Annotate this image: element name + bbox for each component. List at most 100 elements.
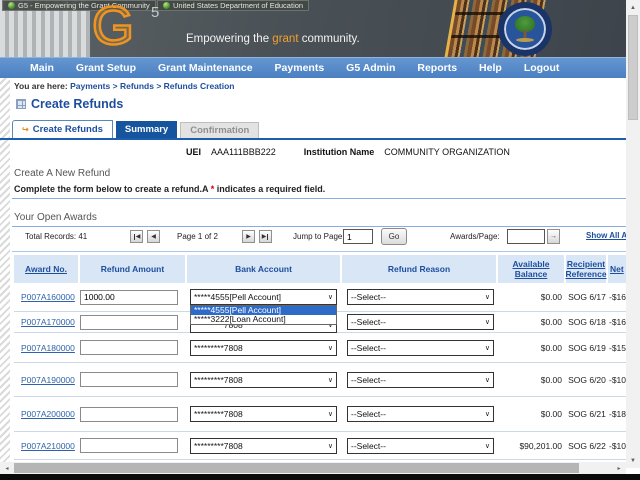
refund-amount-input[interactable] (80, 315, 178, 330)
chevron-down-icon: ∨ (328, 293, 333, 301)
app-icon (8, 2, 15, 9)
available-balance-cell: $0.00 (498, 397, 566, 431)
refund-amount-input[interactable] (80, 438, 178, 453)
chevron-down-icon: ∨ (485, 410, 490, 418)
page-indicator: Page 1 of 2 (177, 232, 218, 241)
window-bottom-edge (0, 474, 640, 480)
go-button[interactable]: Go (381, 228, 407, 245)
award-link[interactable]: P007A210000 (21, 441, 75, 451)
award-link[interactable]: P007A170000 (21, 317, 75, 327)
awards-per-page-go-button[interactable]: → (547, 229, 560, 244)
refund-reason-select[interactable]: --Select-- ∨ (347, 340, 494, 356)
bank-account-select[interactable]: *********7808 ∨ (190, 340, 337, 356)
bank-account-option[interactable]: *****3222[Loan Account] (191, 315, 336, 324)
nav-item-grant-setup[interactable]: Grant Setup (76, 62, 136, 74)
tab-create-refunds-label: Create Refunds (33, 124, 103, 135)
nav-item-help[interactable]: Help (479, 62, 502, 74)
scroll-left-icon[interactable]: ◂ (1, 462, 13, 474)
horizontal-scrollbar[interactable]: ◂ ▸ (0, 462, 626, 474)
g5-logo: G (92, 0, 132, 54)
first-page-button[interactable]: ◀ (130, 230, 143, 243)
chevron-down-icon: ∨ (485, 318, 490, 326)
jump-to-page-input[interactable] (343, 229, 373, 244)
table-row: P007A190000 *********7808 ∨ --Select-- ∨… (14, 363, 626, 397)
breadcrumb-link-refunds-creation[interactable]: Refunds Creation (164, 81, 235, 91)
refund-reason-select[interactable]: --Select-- ∨ (347, 289, 494, 305)
browser-tab-g5[interactable]: G5 - Empowering the Grant Community (2, 0, 156, 11)
award-link[interactable]: P007A160000 (21, 292, 75, 302)
total-records-label: Total Records: 41 (25, 232, 87, 241)
column-header-refund-reason: Refund Reason (342, 255, 498, 283)
refund-reason-select[interactable]: --Select-- ∨ (347, 438, 494, 454)
tab-summary[interactable]: Summary (116, 121, 177, 138)
refund-amount-input[interactable] (80, 372, 178, 387)
column-header-available-balance[interactable]: Available Balance (498, 255, 566, 283)
bank-account-select[interactable]: *********7808 ∨ (190, 438, 337, 454)
main-nav: Main Grant Setup Grant Maintenance Payments… (0, 57, 626, 78)
recipient-reference-cell: SOG 6/21 (566, 397, 608, 431)
nav-item-payments[interactable]: Payments (275, 62, 325, 74)
scroll-up-icon[interactable]: ▲ (626, 1, 640, 14)
previous-page-button[interactable]: ◀ (147, 230, 160, 243)
tab-confirmation[interactable]: Confirmation (180, 122, 259, 138)
column-header-net[interactable]: Net (608, 255, 626, 283)
awards-table-header: Award No.Refund AmountBank AccountRefund… (14, 255, 626, 283)
last-page-button[interactable]: ▶ (259, 230, 272, 243)
nav-item-main[interactable]: Main (30, 62, 54, 74)
refund-reason-select[interactable]: --Select-- ∨ (347, 406, 494, 422)
page-title: Create Refunds (16, 97, 123, 111)
column-header-award-no-[interactable]: Award No. (14, 255, 80, 283)
section-title-new-refund: Create A New Refund (14, 168, 110, 179)
table-row: P007A210000 *********7808 ∨ --Select-- ∨… (14, 432, 626, 460)
bank-account-option[interactable]: *****4555[Pell Account] (191, 306, 336, 315)
scroll-down-icon[interactable]: ▼ (626, 454, 640, 467)
awards-per-page-label: Awards/Page: (450, 232, 500, 241)
bank-account-select[interactable]: *********7808 ∨ (190, 406, 337, 422)
browser-tab-doe-label: United States Department of Education (173, 1, 303, 10)
go-arrow-icon: → (550, 233, 557, 240)
refund-reason-select[interactable]: --Select-- ∨ (347, 372, 494, 388)
column-header-bank-account: Bank Account (187, 255, 342, 283)
net-cell: -$18 (608, 397, 626, 431)
tab-create-refunds[interactable]: ↪ Create Refunds (12, 120, 113, 138)
nav-item-logout[interactable]: Logout (524, 62, 560, 74)
breadcrumb-separator: > (110, 81, 117, 91)
next-page-button[interactable]: ▶ (242, 230, 255, 243)
award-link[interactable]: P007A180000 (21, 343, 75, 353)
browser-tab-doe[interactable]: United States Department of Education (157, 0, 309, 11)
seal-mound (516, 38, 534, 42)
uei-label: UEI (186, 147, 201, 157)
nav-item-grant-maintenance[interactable]: Grant Maintenance (158, 62, 253, 74)
column-header-recipient-reference[interactable]: Recipient Reference (566, 255, 608, 283)
bank-account-select[interactable]: *********7808 ∨ (190, 372, 337, 388)
net-cell: -$16 (608, 283, 626, 311)
bank-account-select[interactable]: *****4555[Pell Account] ∨ (190, 289, 337, 305)
bank-account-dropdown-list: *****4555[Pell Account]*****3222[Loan Ac… (190, 305, 337, 325)
breadcrumb-link-payments[interactable]: Payments (70, 81, 110, 91)
refund-reason-select[interactable]: --Select-- ∨ (347, 314, 494, 330)
table-row: P007A180000 *********7808 ∨ --Select-- ∨… (14, 333, 626, 363)
breadcrumb-prefix: You are here: (14, 81, 68, 91)
breadcrumb-separator: > (154, 81, 161, 91)
pagination-bar: Total Records: 41 ◀ ◀ Page 1 of 2 ▶ ▶ Ju… (0, 228, 626, 250)
section-title-open-awards: Your Open Awards (14, 212, 97, 223)
awards-per-page-input[interactable] (507, 229, 545, 244)
nav-item-reports[interactable]: Reports (417, 62, 457, 74)
refund-amount-input[interactable] (80, 290, 178, 305)
grid-icon (16, 99, 26, 109)
vertical-scrollbar[interactable]: ▲ ▼ (626, 0, 640, 468)
refund-amount-input[interactable] (80, 340, 178, 355)
scroll-right-icon[interactable]: ▸ (613, 462, 625, 474)
nav-item-g5-admin[interactable]: G5 Admin (346, 62, 395, 74)
refund-amount-input[interactable] (80, 407, 178, 422)
award-link[interactable]: P007A190000 (21, 375, 75, 385)
chevron-down-icon: ∨ (485, 293, 490, 301)
horizontal-scrollbar-thumb[interactable] (14, 463, 579, 473)
breadcrumb-link-refunds[interactable]: Refunds (120, 81, 154, 91)
net-cell: -$16 (608, 312, 626, 332)
vertical-scrollbar-thumb[interactable] (628, 15, 638, 120)
award-link[interactable]: P007A200000 (21, 409, 75, 419)
divider (12, 226, 626, 227)
show-all-awards-link[interactable]: Show All Aw (586, 231, 626, 240)
chevron-down-icon: ∨ (485, 376, 490, 384)
